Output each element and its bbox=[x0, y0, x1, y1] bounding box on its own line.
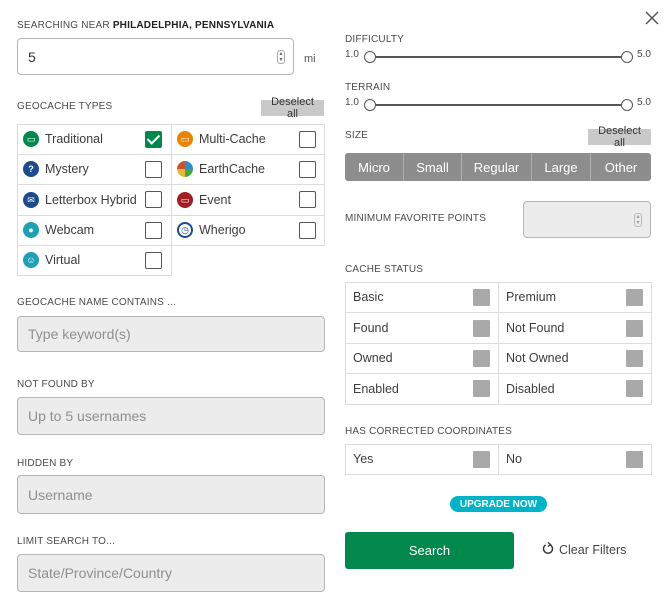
traditional-icon: ▭ bbox=[23, 131, 39, 147]
status-basic[interactable]: Basic bbox=[345, 282, 498, 312]
terrain-max: 5.0 bbox=[637, 97, 651, 108]
status-not-owned[interactable]: Not Owned bbox=[498, 343, 651, 373]
status-not-found[interactable]: Not Found bbox=[498, 312, 651, 343]
name-contains-input[interactable]: Type keyword(s) bbox=[17, 316, 325, 352]
type-row-letterbox-hybrid[interactable]: ✉ Letterbox Hybrid bbox=[17, 184, 171, 215]
virtual-checkbox[interactable] bbox=[145, 252, 162, 269]
webcam-icon: ● bbox=[23, 222, 39, 238]
yes-checkbox[interactable] bbox=[473, 451, 490, 468]
traditional-checkbox[interactable] bbox=[145, 131, 162, 148]
limit-search-input[interactable]: State/Province/Country bbox=[17, 554, 325, 592]
size-label: SIZE bbox=[345, 130, 369, 141]
type-row-multi-cache[interactable]: ▭ Multi-Cache bbox=[171, 124, 325, 154]
size-small-button[interactable]: Small bbox=[404, 153, 462, 181]
close-icon[interactable] bbox=[643, 9, 661, 27]
letterbox-hybrid-checkbox[interactable] bbox=[145, 191, 162, 208]
found-checkbox[interactable] bbox=[473, 320, 490, 337]
no-checkbox[interactable] bbox=[626, 451, 643, 468]
wherigo-icon: ◷ bbox=[177, 222, 193, 238]
geocache-types-label: GEOCACHE TYPES bbox=[17, 101, 113, 112]
difficulty-slider[interactable] bbox=[370, 56, 626, 58]
upgrade-now-badge[interactable]: UPGRADE NOW bbox=[450, 496, 547, 512]
min-favorites-label: MINIMUM FAVORITE POINTS bbox=[345, 213, 487, 224]
spinner-icon[interactable]: ▴ ▾ bbox=[634, 212, 642, 227]
type-row-virtual[interactable]: ☺ Virtual bbox=[17, 245, 171, 275]
enabled-checkbox[interactable] bbox=[473, 380, 490, 397]
hidden-by-label: HIDDEN BY bbox=[17, 458, 74, 469]
location-name: PHILADELPHIA, PENNSYLVANIA bbox=[112, 20, 275, 31]
not-found-by-input[interactable]: Up to 5 usernames bbox=[17, 397, 325, 435]
status-owned[interactable]: Owned bbox=[345, 343, 498, 373]
earthcache-icon bbox=[177, 161, 193, 177]
mystery-icon: ? bbox=[23, 161, 39, 177]
name-contains-label: GEOCACHE NAME CONTAINS ... bbox=[17, 297, 176, 308]
cache-status-label: CACHE STATUS bbox=[345, 264, 424, 275]
corrected-coordinates-label: HAS CORRECTED COORDINATES bbox=[345, 426, 513, 437]
deselect-all-types-button[interactable]: Deselect all bbox=[261, 96, 324, 120]
type-row-event[interactable]: ▭ Event bbox=[171, 184, 325, 215]
geocache-types-table: ▭ Traditional ▭ Multi-Cache ? Mystery Ea… bbox=[17, 124, 325, 276]
radius-input[interactable]: 5 ▴ ▾ bbox=[17, 38, 294, 75]
limit-search-label: LIMIT SEARCH TO... bbox=[17, 536, 116, 547]
letterbox-icon: ✉ bbox=[23, 192, 39, 208]
spinner-icon[interactable]: ▴ ▾ bbox=[277, 49, 285, 64]
corrected-coordinates-table: Yes No bbox=[345, 444, 652, 475]
type-row-webcam[interactable]: ● Webcam bbox=[17, 215, 171, 245]
terrain-slider[interactable] bbox=[370, 104, 626, 106]
mystery-checkbox[interactable] bbox=[145, 161, 162, 178]
type-row-wherigo[interactable]: ◷ Wherigo bbox=[171, 215, 325, 245]
difficulty-max: 5.0 bbox=[637, 49, 651, 60]
search-button[interactable]: Search bbox=[345, 532, 514, 569]
disabled-checkbox[interactable] bbox=[626, 380, 643, 397]
virtual-icon: ☺ bbox=[23, 252, 39, 268]
event-checkbox[interactable] bbox=[299, 191, 316, 208]
difficulty-label: DIFFICULTY bbox=[345, 34, 405, 45]
type-row-earthcache[interactable]: EarthCache bbox=[171, 154, 325, 184]
not-found-by-label: NOT FOUND BY bbox=[17, 379, 95, 390]
deselect-all-sizes-button[interactable]: Deselect all bbox=[588, 125, 651, 149]
terrain-max-handle[interactable] bbox=[621, 99, 633, 111]
size-regular-button[interactable]: Regular bbox=[462, 153, 532, 181]
terrain-label: TERRAIN bbox=[345, 82, 391, 93]
earthcache-checkbox[interactable] bbox=[299, 161, 316, 178]
difficulty-max-handle[interactable] bbox=[621, 51, 633, 63]
size-micro-button[interactable]: Micro bbox=[345, 153, 404, 181]
searching-near-label: SEARCHING NEAR PHILADELPHIA, PENNSYLVANI… bbox=[17, 20, 275, 31]
corrected-no[interactable]: No bbox=[498, 444, 651, 474]
status-found[interactable]: Found bbox=[345, 312, 498, 343]
webcam-checkbox[interactable] bbox=[145, 222, 162, 239]
premium-checkbox[interactable] bbox=[626, 289, 643, 306]
difficulty-min-handle[interactable] bbox=[364, 51, 376, 63]
corrected-yes[interactable]: Yes bbox=[345, 444, 498, 474]
not-found-checkbox[interactable] bbox=[626, 320, 643, 337]
size-large-button[interactable]: Large bbox=[532, 153, 591, 181]
basic-checkbox[interactable] bbox=[473, 289, 490, 306]
hidden-by-input[interactable]: Username bbox=[17, 475, 325, 514]
size-other-button[interactable]: Other bbox=[591, 153, 651, 181]
refresh-icon bbox=[542, 542, 554, 558]
not-owned-checkbox[interactable] bbox=[626, 350, 643, 367]
owned-checkbox[interactable] bbox=[473, 350, 490, 367]
multi-cache-checkbox[interactable] bbox=[299, 131, 316, 148]
multi-cache-icon: ▭ bbox=[177, 131, 193, 147]
min-favorites-input[interactable]: ▴ ▾ bbox=[523, 201, 651, 238]
radius-unit: mi bbox=[304, 53, 316, 65]
status-enabled[interactable]: Enabled bbox=[345, 373, 498, 404]
terrain-min-handle[interactable] bbox=[364, 99, 376, 111]
event-icon: ▭ bbox=[177, 192, 193, 208]
difficulty-min: 1.0 bbox=[345, 49, 359, 60]
type-row-mystery[interactable]: ? Mystery bbox=[17, 154, 171, 184]
status-premium[interactable]: Premium bbox=[498, 282, 651, 312]
terrain-min: 1.0 bbox=[345, 97, 359, 108]
wherigo-checkbox[interactable] bbox=[299, 222, 316, 239]
type-row-traditional[interactable]: ▭ Traditional bbox=[17, 124, 171, 154]
cache-status-table: Basic Premium Found Not Found Owned Not … bbox=[345, 282, 652, 405]
clear-filters-button[interactable]: Clear Filters bbox=[542, 542, 626, 558]
status-disabled[interactable]: Disabled bbox=[498, 373, 651, 404]
